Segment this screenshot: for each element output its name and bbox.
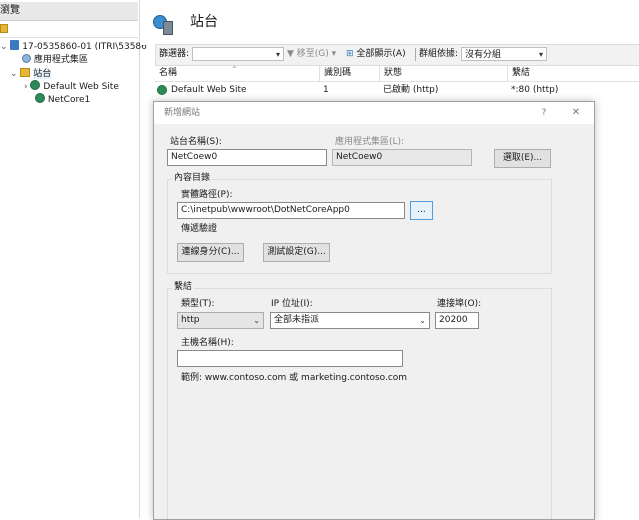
app-pool-label: 應用程式集區(L): xyxy=(335,137,405,147)
site-name-label: 站台名稱(S): xyxy=(170,137,222,147)
site-label: NetCore1 xyxy=(47,95,91,105)
row-binding: *:80 (http) xyxy=(511,85,559,95)
globe-icon xyxy=(35,93,45,103)
physical-path-label: 實體路徑(P): xyxy=(181,190,233,200)
sort-asc-icon: ⌃ xyxy=(231,65,238,74)
globe-icon xyxy=(30,80,41,90)
dialog-title: 新增網站 xyxy=(164,108,201,118)
dialog-titlebar: 新增網站 ? ✕ xyxy=(154,102,594,124)
browse-button[interactable]: ... xyxy=(410,201,433,220)
close-icon[interactable]: ✕ xyxy=(569,102,583,124)
connections-title: 瀏覽 xyxy=(0,5,20,16)
collapse-icon[interactable]: ⌄ xyxy=(0,42,8,52)
dropdown-icon: ▾ xyxy=(538,50,543,59)
tree-item-app-pools[interactable]: 應用程式集區 xyxy=(22,53,88,67)
go-button[interactable]: ▼ 移至(G) ▾ xyxy=(287,49,336,60)
page-title: 站台 xyxy=(190,14,218,30)
physical-path-input[interactable]: C:\inetpub\wwwroot\DotNetCoreApp0 xyxy=(177,202,405,219)
app-pool-icon xyxy=(22,54,31,63)
connections-header: 瀏覽 xyxy=(0,2,138,21)
content-directory-label: 內容目錄 xyxy=(172,173,213,184)
column-id[interactable]: 識別碼 xyxy=(319,66,380,81)
filter-input[interactable]: ▾ xyxy=(192,47,284,61)
row-id: 1 xyxy=(323,85,329,95)
select-app-pool-button[interactable]: 選取(E)... xyxy=(494,149,551,168)
site-name-input[interactable]: NetCoew0 xyxy=(167,149,327,166)
tree-item-netcore1[interactable]: NetCore1 xyxy=(35,93,90,107)
tree-item-sites[interactable]: ⌄ 站台 xyxy=(10,67,52,81)
ip-address-label: IP 位址(I): xyxy=(271,299,313,309)
sites-page-icon xyxy=(153,13,175,35)
type-select[interactable]: http ⌄ xyxy=(177,312,264,329)
column-status[interactable]: 狀態 xyxy=(379,66,508,81)
separator xyxy=(415,48,416,61)
binding-label: 繫結 xyxy=(172,282,195,293)
show-all-button[interactable]: ⊞ 全部顯示(A) xyxy=(346,49,406,60)
column-binding[interactable]: 繫結 xyxy=(507,66,639,81)
chevron-right-icon[interactable]: › xyxy=(24,82,28,92)
funnel-icon: ▼ xyxy=(287,49,294,59)
filter-label: 篩選器: xyxy=(159,49,190,59)
tree-item-server[interactable]: ⌄ 17-0535860-01 (ITRI\53586 xyxy=(0,40,147,54)
sites-folder-icon xyxy=(20,68,31,77)
type-label: 類型(T): xyxy=(181,299,215,309)
host-name-example: 範例: www.contoso.com 或 marketing.contoso.… xyxy=(181,373,408,383)
filter-bar: 篩選器: ▾ ▼ 移至(G) ▾ ⊞ 全部顯示(A) 群組依據: 沒有分組 ▾ xyxy=(155,44,639,66)
column-name[interactable]: 名稱 ⌃ xyxy=(155,65,319,81)
test-settings-button[interactable]: 測試設定(G)... xyxy=(263,243,330,262)
chevron-down-icon: ⌄ xyxy=(253,316,260,325)
host-name-label: 主機名稱(H): xyxy=(181,338,234,348)
add-website-dialog: 新增網站 ? ✕ 站台名稱(S): NetCoew0 應用程式集區(L): Ne… xyxy=(153,101,595,520)
app-pool-field: NetCoew0 xyxy=(332,149,472,166)
ip-address-select[interactable]: 全部未指派 ⌄ xyxy=(270,312,430,329)
port-label: 連接埠(O): xyxy=(437,299,482,309)
page-header: 站台 xyxy=(140,0,639,45)
group-by-select[interactable]: 沒有分組 ▾ xyxy=(461,47,547,61)
site-label: Default Web Site xyxy=(43,82,119,92)
tree-item-default-web-site[interactable]: › Default Web Site xyxy=(24,80,119,94)
connections-toolbar xyxy=(0,21,138,38)
expand-icon[interactable]: ⌄ xyxy=(10,69,18,79)
row-status: 已啟動 (http) xyxy=(383,85,439,95)
sites-grid-header: 名稱 ⌃ 識別碼 狀態 繫結 xyxy=(155,65,639,82)
row-name: Default Web Site xyxy=(171,85,247,95)
group-by-label: 群組依據: xyxy=(419,49,459,59)
table-row[interactable]: Default Web Site 1 已啟動 (http) *:80 (http… xyxy=(155,83,639,98)
sites-label: 站台 xyxy=(33,69,52,79)
help-button[interactable]: ? xyxy=(538,102,550,124)
server-label: 17-0535860-01 (ITRI\53586 xyxy=(22,42,147,52)
app-pools-label: 應用程式集區 xyxy=(33,55,88,65)
show-all-icon: ⊞ xyxy=(346,49,354,59)
dropdown-icon: ▾ xyxy=(331,49,337,59)
folder-icon[interactable] xyxy=(0,24,8,33)
globe-icon xyxy=(157,85,167,95)
host-name-input[interactable] xyxy=(177,350,403,367)
chevron-down-icon: ⌄ xyxy=(419,316,426,325)
passthrough-label: 傳遞驗證 xyxy=(181,224,218,234)
port-input[interactable]: 20200 xyxy=(435,312,479,329)
connect-as-button[interactable]: 連線身分(C)... xyxy=(177,243,244,262)
dropdown-icon: ▾ xyxy=(275,50,280,59)
server-icon xyxy=(10,40,20,50)
